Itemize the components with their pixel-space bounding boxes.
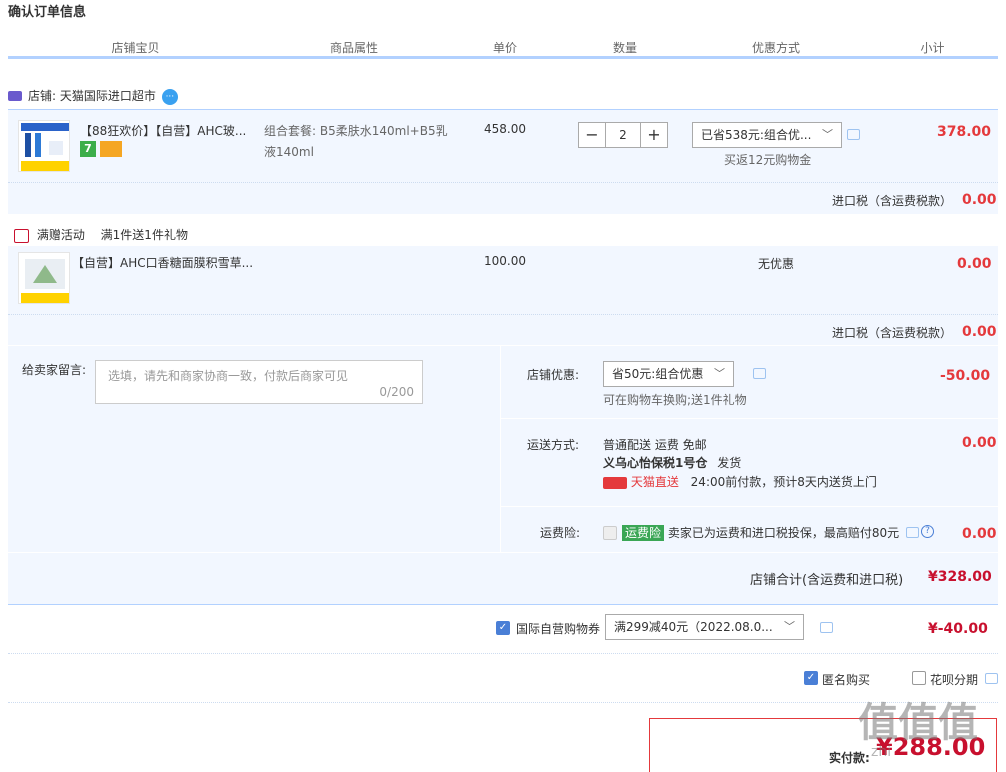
page-title: 确认订单信息: [8, 5, 87, 20]
item1-discount-select[interactable]: 已省538元:组合优... ﹀: [692, 122, 842, 148]
help-icon[interactable]: ?: [921, 525, 934, 538]
divider: [8, 604, 998, 605]
divider: [8, 653, 998, 654]
message-placeholder: 选填，请先和商家协商一致，付款后商家可见: [108, 369, 349, 383]
gift-icon: [14, 228, 29, 243]
gift-label: 满赠活动: [36, 228, 85, 242]
col-head-price: 单价: [492, 41, 517, 55]
chevron-down-icon: ﹀: [714, 367, 725, 380]
col-head-subtotal: 小计: [920, 41, 945, 55]
message-counter: 0/200: [379, 385, 414, 399]
divider: [8, 314, 998, 315]
shipping-eta: 24:00前付款，预计8天内送货上门: [690, 475, 877, 489]
insurance-label: 运费险:: [540, 526, 581, 540]
seven-day-return-icon: 7: [80, 141, 96, 157]
col-head-item: 店铺宝贝: [111, 41, 160, 55]
huabei-checkbox[interactable]: [912, 671, 926, 685]
message-input[interactable]: 选填，请先和商家协商一致，付款后商家可见 0/200: [95, 360, 423, 404]
item2-price: 100.00: [484, 254, 526, 268]
message-label: 给卖家留言:: [22, 363, 87, 377]
insurance-value: 0.00: [962, 526, 997, 542]
item1-thumbnail[interactable]: [18, 120, 70, 172]
item1-badges: 7: [80, 141, 122, 157]
item1-discount-select-value: 已省538元:组合优...: [701, 128, 812, 142]
item2-title[interactable]: 【自营】AHC口香糖面膜积雪草...: [72, 254, 253, 271]
shop-total-value: ¥328.00: [928, 569, 992, 585]
coupon-checkbox[interactable]: ✓: [496, 621, 510, 635]
shop-row: 店铺: 天猫国际进口超市 ···: [8, 86, 178, 106]
chevron-down-icon: ﹀: [784, 620, 795, 633]
shipping-line3: 天猫直送 24:00前付款，预计8天内送货上门: [603, 473, 877, 490]
item1-attr: 组合套餐: B5柔肤水140ml+B5乳液140ml: [264, 124, 448, 159]
tmall-direct-icon: [603, 476, 627, 489]
gift-row: 满赠活动 满1件送1件礼物: [14, 226, 188, 244]
chat-bubble-icon[interactable]: ···: [161, 88, 178, 105]
header-underline: [8, 56, 998, 59]
message-icon[interactable]: [985, 673, 998, 684]
shop-discount-value: -50.00: [940, 368, 991, 384]
shipping-line1: 普通配送 运费 免邮: [603, 438, 707, 452]
warehouse-name: 义乌心怡保税1号仓: [603, 456, 708, 470]
shipping-line2: 义乌心怡保税1号仓 发货: [603, 454, 741, 471]
divider: [8, 182, 998, 183]
item2-subtotal: 0.00: [957, 256, 992, 272]
col-head-attr: 商品属性: [329, 41, 378, 55]
col-head-discount: 优惠方式: [751, 41, 800, 55]
shop-icon: [8, 90, 22, 101]
divider: [501, 506, 998, 507]
col-head-qty: 数量: [612, 41, 637, 55]
item2-tax-label: 进口税（含运费税款）: [832, 326, 953, 340]
watermark-sub: zhi: [871, 744, 892, 760]
anonymous-label: 匿名购买: [822, 673, 871, 687]
shipping-label: 运送方式:: [527, 438, 580, 452]
item1-title[interactable]: 【88狂欢价】【自营】AHC玻...: [80, 122, 246, 139]
coupon-label: 国际自营购物券: [516, 622, 601, 636]
insurance-tag: 运费险: [622, 525, 665, 541]
tmall-direct-label: 天猫直送: [630, 475, 679, 489]
item2-discount: 无优惠: [758, 257, 795, 271]
credit-card-icon: [99, 141, 122, 157]
message-icon[interactable]: [847, 129, 860, 140]
gift-desc: 满1件送1件礼物: [100, 228, 188, 242]
item1-tax-label: 进口税（含运费税款）: [832, 194, 953, 208]
shop-discount-note: 可在购物车换购;送1件礼物: [603, 393, 747, 407]
item2-tax-value: 0.00: [962, 324, 997, 340]
panel-divider: [500, 346, 501, 552]
shipping-value: 0.00: [962, 435, 997, 451]
shop-name[interactable]: 店铺: 天猫国际进口超市: [28, 89, 156, 103]
coupon-select-value: 满299减40元（2022.08.0...: [614, 620, 773, 634]
shop-discount-select[interactable]: 省50元:组合优惠 ﹀: [603, 361, 734, 387]
shop-total-label: 店铺合计(含运费和进口税): [750, 573, 904, 588]
item1-price: 458.00: [484, 122, 526, 136]
shop-discount-label: 店铺优惠:: [527, 368, 580, 382]
item2-thumbnail[interactable]: [18, 252, 70, 304]
message-icon[interactable]: [820, 622, 833, 633]
coupon-select[interactable]: 满299减40元（2022.08.0... ﹀: [605, 614, 804, 640]
item1-tax-value: 0.00: [962, 192, 997, 208]
pay-label: 实付款:: [829, 751, 870, 765]
insurance-checkbox: [603, 526, 617, 540]
anonymous-checkbox[interactable]: ✓: [804, 671, 818, 685]
coupon-value: ¥-40.00: [928, 621, 988, 637]
qty-minus-button[interactable]: −: [578, 122, 606, 148]
message-icon[interactable]: [753, 368, 766, 379]
item1-rebate: 买返12元购物金: [724, 153, 812, 167]
message-icon[interactable]: [906, 527, 919, 538]
watermark-logo: 值值值: [858, 700, 978, 746]
insurance-info: 运费险 卖家已为运费和进口税投保，最高赔付80元: [622, 524, 899, 541]
divider: [501, 418, 998, 419]
insurance-desc: 卖家已为运费和进口税投保，最高赔付80元: [667, 526, 900, 540]
divider: [8, 702, 998, 703]
shipping-ship-word: 发货: [717, 456, 742, 470]
qty-plus-button[interactable]: +: [640, 122, 668, 148]
shop-discount-select-value: 省50元:组合优惠: [612, 367, 704, 381]
item1-subtotal: 378.00: [937, 124, 992, 140]
huabei-label: 花呗分期: [930, 673, 979, 687]
chevron-down-icon: ﹀: [822, 128, 833, 141]
qty-input[interactable]: 2: [606, 122, 640, 148]
